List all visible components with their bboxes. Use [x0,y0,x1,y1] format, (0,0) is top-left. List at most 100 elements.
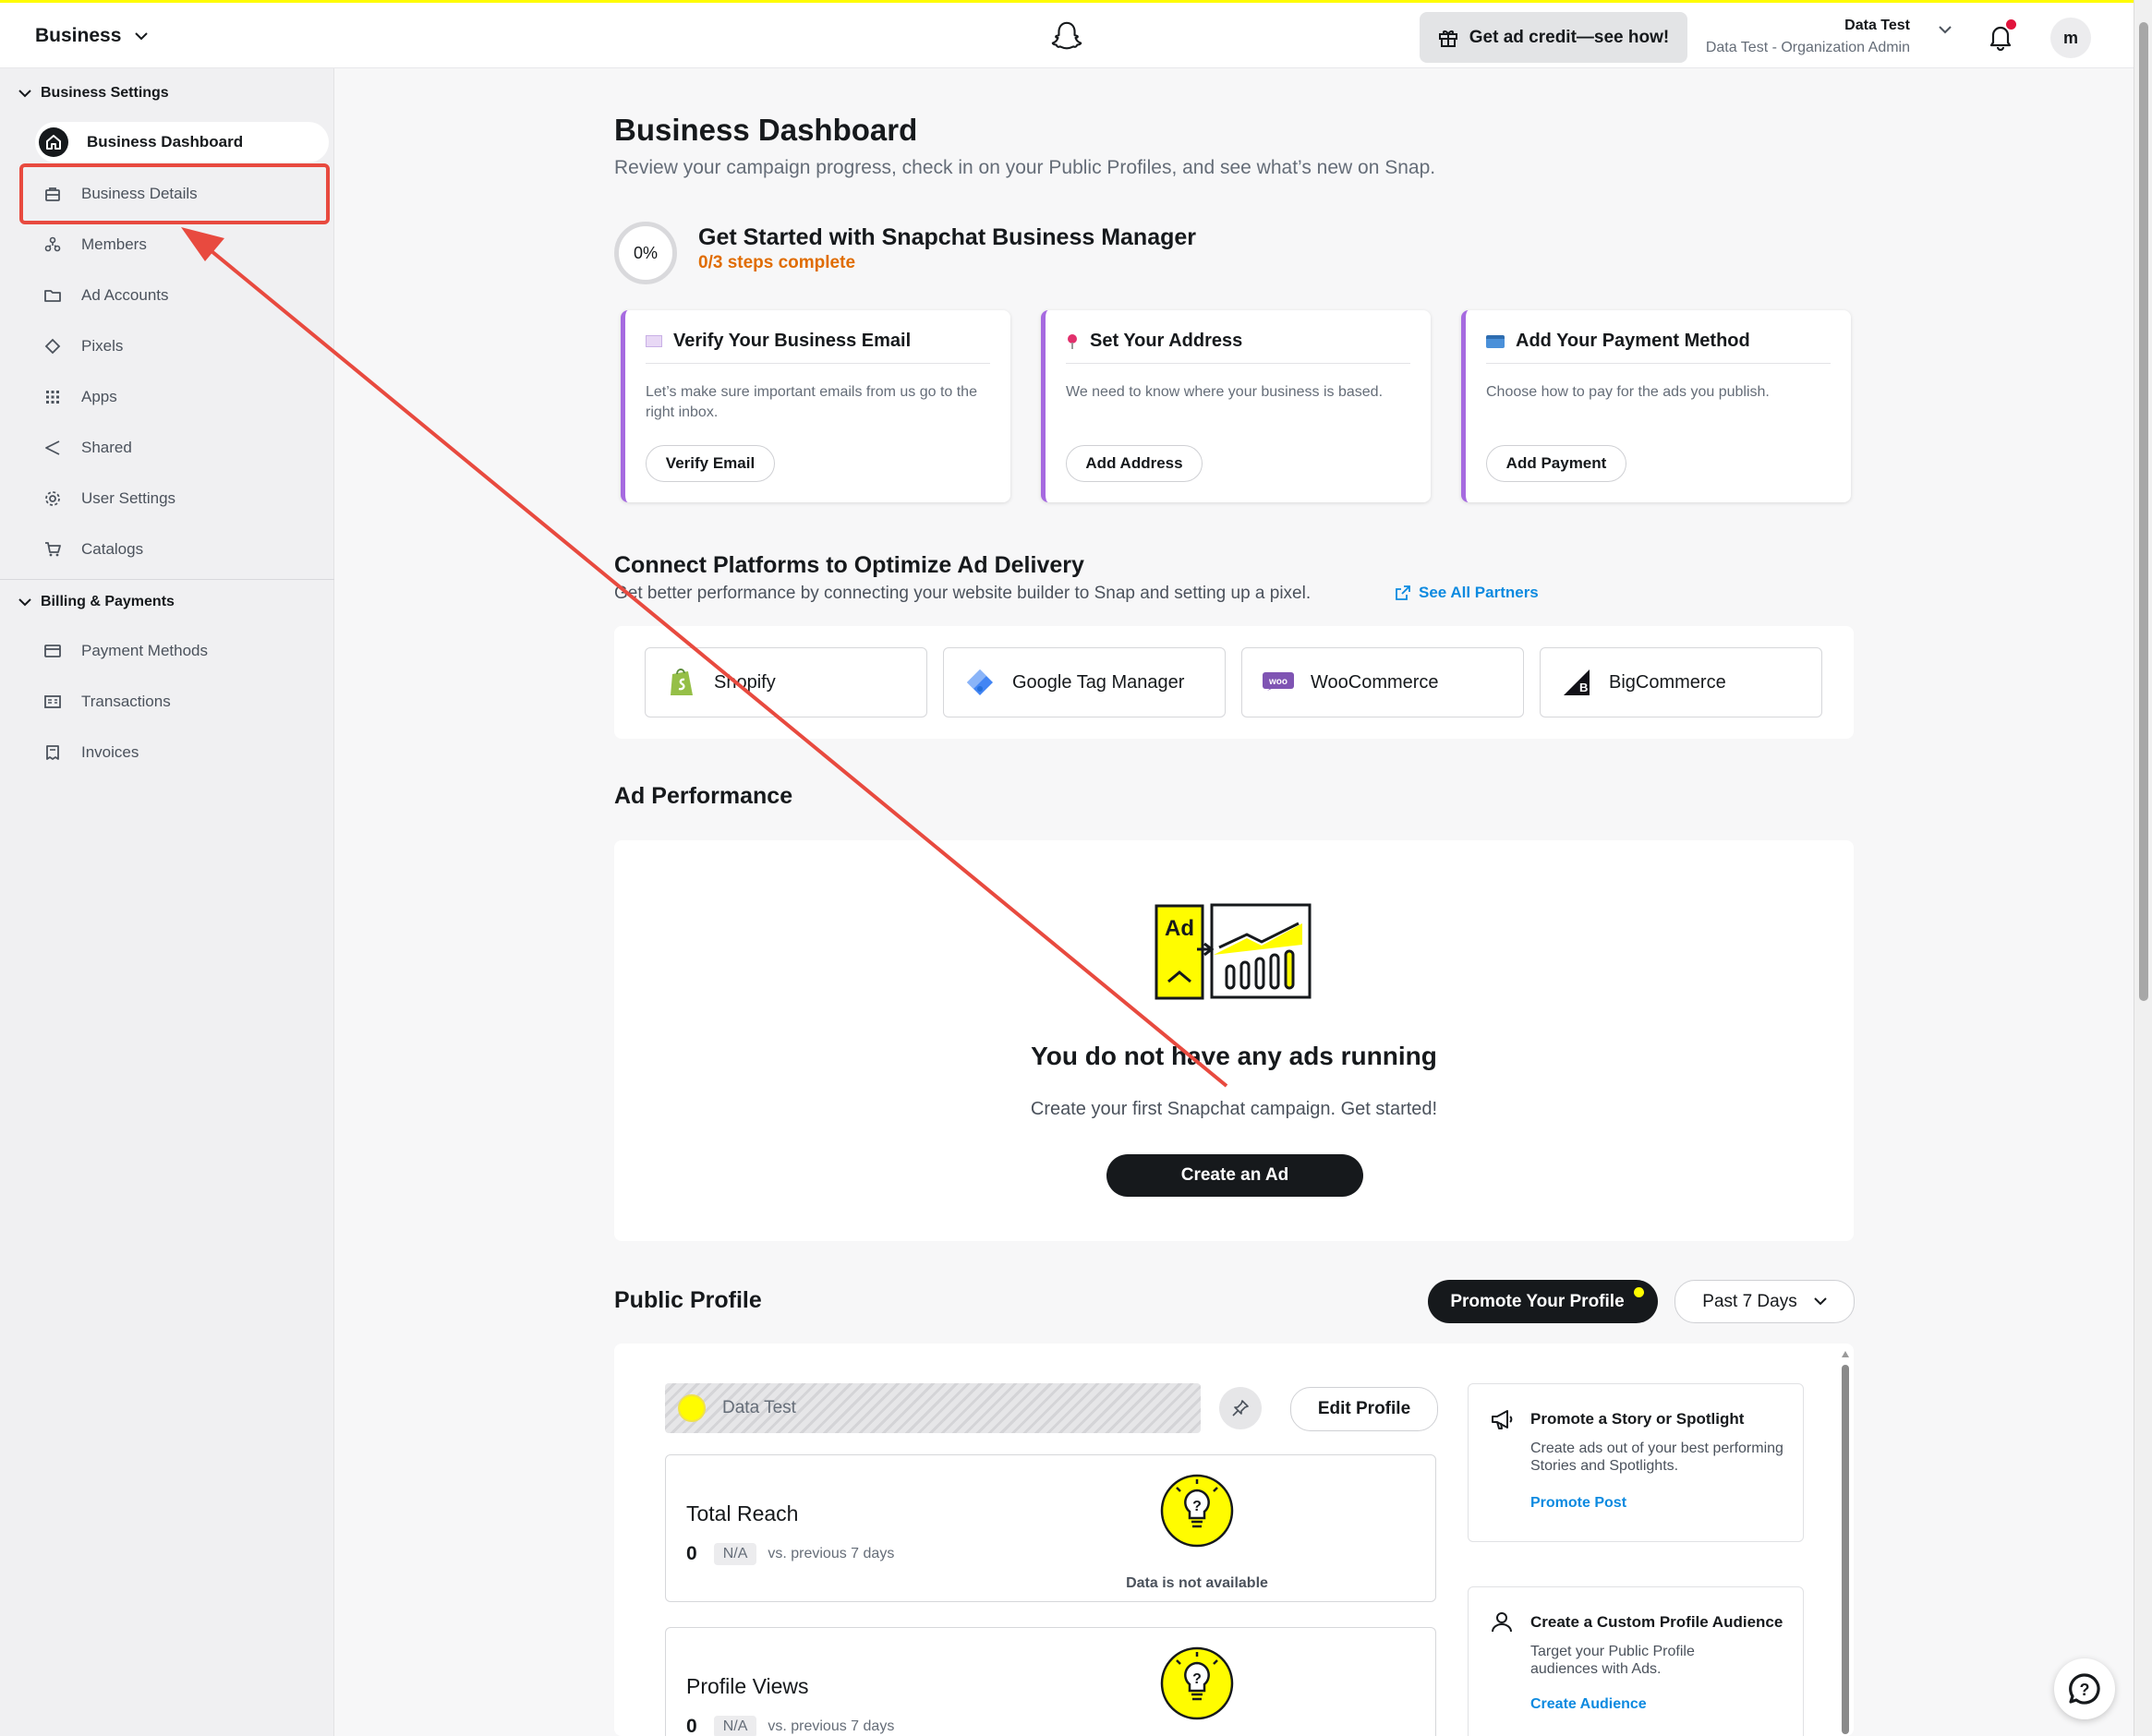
sidebar-divider [0,579,334,580]
promote-post-link[interactable]: Promote Post [1530,1495,1626,1512]
sidebar-item-label: Business Dashboard [87,133,244,151]
notification-dot [2006,19,2016,30]
top-bar: Business Get ad credit—see how! Data Tes… [0,0,2134,68]
account-name: Data Test [1844,18,1910,33]
stat-title: Profile Views [686,1674,809,1698]
data-unavailable-note: Data is not available [1126,1575,1268,1591]
person-icon [1492,1612,1512,1633]
svg-text:?: ? [1192,1671,1202,1687]
custom-audience-card: Create a Custom Profile Audience Target … [1468,1586,1804,1736]
platform-shopify[interactable]: Shopify [645,647,927,717]
sidebar-item-invoices[interactable]: Invoices [35,732,329,773]
stat-compare-label: vs. previous 7 days [768,1718,895,1734]
side-card-description: Target your Public Profile audiences wit… [1530,1644,1695,1677]
sidebar-item-transactions[interactable]: Transactions [35,681,329,722]
svg-text:B: B [1579,681,1588,694]
new-badge-dot [1634,1287,1644,1297]
external-link-icon [1396,585,1410,600]
progress-ring: 0% [614,222,677,284]
megaphone-icon [1492,1410,1513,1429]
see-all-partners-link[interactable]: See All Partners [1395,584,1539,602]
business-switcher[interactable]: Business [35,25,149,47]
sidebar-item-payment-methods[interactable]: Payment Methods [35,631,329,671]
public-profile-title: Public Profile [614,1287,762,1313]
profile-selector[interactable]: Data Test [665,1383,1201,1433]
card-title: Set Your Address [1090,331,1243,351]
invoice-icon [42,742,63,763]
members-icon [42,235,63,255]
sidebar-item-members[interactable]: Members [35,224,329,265]
sidebar-item-apps[interactable]: Apps [35,377,329,417]
pin-button[interactable] [1219,1387,1262,1429]
account-switcher[interactable]: Data Test Data Test - Organization Admin [1706,18,1910,56]
ad-credit-button[interactable]: Get ad credit—see how! [1420,12,1687,63]
stat-change-badge: N/A [713,1716,757,1736]
sidebar-item-business-dashboard[interactable]: Business Dashboard [35,122,329,163]
platform-google-tag-manager[interactable]: Google Tag Manager [943,647,1226,717]
date-range-select[interactable]: Past 7 Days [1674,1280,1855,1323]
edit-profile-button[interactable]: Edit Profile [1290,1387,1438,1431]
stat-title: Total Reach [686,1501,799,1525]
sidebar-item-shared[interactable]: Shared [35,428,329,468]
envelope-icon [646,335,662,347]
avatar[interactable]: m [2050,18,2091,58]
sidebar-item-catalogs[interactable]: Catalogs [35,529,329,570]
empty-state-subtitle: Create your first Snapchat campaign. Get… [1030,1099,1438,1119]
help-chat-icon: ? [2069,1673,2100,1705]
card-title: Add Your Payment Method [1516,331,1750,351]
connect-subtitle: Get better performance by connecting you… [614,584,1312,603]
shopify-icon [666,667,697,698]
connect-title: Connect Platforms to Optimize Ad Deliver… [614,552,1084,578]
sidebar-item-label: Transactions [81,693,171,710]
lightbulb-icon: ? [1160,1646,1234,1720]
create-audience-link[interactable]: Create Audience [1530,1696,1647,1713]
see-all-label: See All Partners [1419,584,1539,601]
page-subtitle: Review your campaign progress, check in … [614,157,1436,178]
stat-value: 0 [686,1543,697,1564]
step-card-verify-email: Verify Your Business Email Let’s make su… [621,310,1010,502]
stat-compare-label: vs. previous 7 days [768,1546,895,1561]
step-card-set-address: Set Your Address We need to know where y… [1041,310,1431,502]
gear-icon [42,488,63,509]
platform-woocommerce[interactable]: woo WooCommerce [1241,647,1524,717]
promote-profile-button[interactable]: Promote Your Profile [1428,1280,1658,1323]
platform-label: Google Tag Manager [1012,671,1185,693]
create-ad-button[interactable]: Create an Ad [1106,1154,1363,1197]
chevron-down-icon [18,89,31,97]
section-business-settings[interactable]: Business Settings [18,85,169,102]
sidebar-item-label: Payment Methods [81,642,209,659]
chevron-down-icon[interactable] [1938,25,1953,34]
verify-email-button[interactable]: Verify Email [646,445,775,482]
sidebar-item-ad-accounts[interactable]: Ad Accounts [35,275,329,316]
sidebar-item-label: Catalogs [81,540,144,558]
sidebar-item-user-settings[interactable]: User Settings [35,478,329,519]
sidebar-item-pixels[interactable]: Pixels [35,326,329,367]
snapchat-ghost-icon[interactable] [1049,19,1084,54]
chevron-down-icon [1814,1297,1827,1306]
section-billing-payments[interactable]: Billing & Payments [18,594,175,610]
svg-text:?: ? [1192,1499,1202,1514]
platform-label: Shopify [714,671,776,693]
sidebar-item-label: Invoices [81,743,139,761]
stat-card-total-reach: Total Reach 0 N/A vs. previous 7 days ? … [665,1454,1436,1602]
share-icon [42,438,63,458]
page-scrollbar[interactable] [2134,0,2152,1736]
get-started-steps: 0/3 steps complete [698,253,856,272]
add-payment-button[interactable]: Add Payment [1486,445,1626,482]
step-card-payment-method: Add Your Payment Method Choose how to pa… [1461,310,1851,502]
platform-label: WooCommerce [1311,671,1439,693]
panel-scrollbar[interactable] [1841,1348,1850,1736]
highlight-box [19,163,330,224]
receipt-icon [42,692,63,712]
diamond-icon [42,336,63,356]
empty-state-title: You do not have any ads running [1031,1042,1437,1070]
platform-label: BigCommerce [1609,671,1726,693]
home-icon [39,127,68,157]
side-card-description: Create ads out of your best performing S… [1530,1441,1783,1474]
add-address-button[interactable]: Add Address [1066,445,1203,482]
illustration-ad-text: Ad [1165,916,1194,941]
help-button[interactable]: ? [2054,1658,2115,1719]
platform-bigcommerce[interactable]: B BigCommerce [1540,647,1822,717]
side-card-title: Promote a Story or Spotlight [1530,1410,1745,1428]
scrollbar-thumb[interactable] [2139,22,2148,1001]
